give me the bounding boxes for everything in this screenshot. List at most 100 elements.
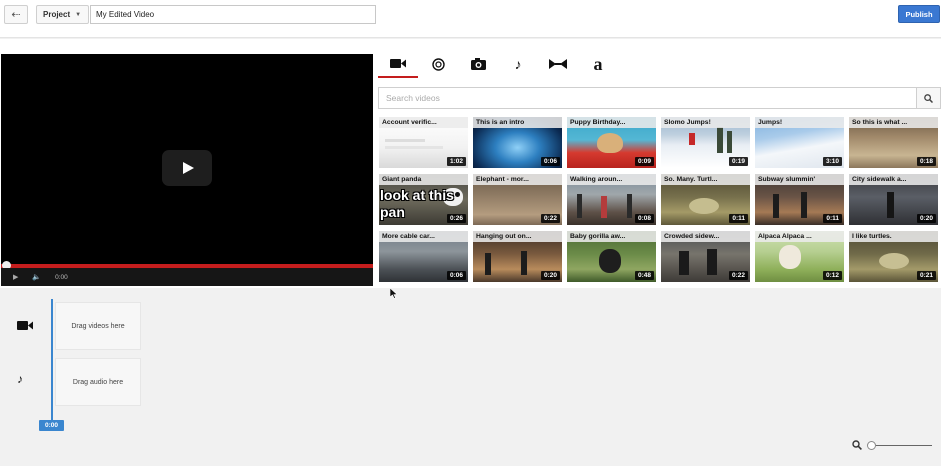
video-title: Baby gorilla aw... — [567, 231, 656, 242]
publish-button[interactable]: Publish — [898, 5, 940, 23]
video-thumbnail[interactable]: Elephant - mor... 0:22 — [473, 174, 562, 225]
video-search — [378, 87, 941, 109]
video-thumbnail[interactable]: This is an intro 0:06 — [473, 117, 562, 168]
video-camera-icon — [390, 58, 406, 68]
video-results-grid: Account verific... 1:02 This is an intro… — [379, 117, 939, 282]
project-title-input[interactable] — [90, 5, 376, 24]
search-input[interactable] — [378, 87, 917, 109]
timeline — [0, 288, 941, 466]
player-controls: ▶ 🔈 0:00 — [1, 268, 373, 286]
video-title: Slomo Jumps! — [661, 117, 750, 128]
tab-videos[interactable] — [378, 50, 418, 78]
back-arrow-icon: ⇠ — [11, 9, 21, 21]
video-thumbnail[interactable]: look at this pan Giant panda 0:26 — [379, 174, 468, 225]
video-thumbnail[interactable]: Walking aroun... 0:08 — [567, 174, 656, 225]
video-duration: 0:26 — [446, 214, 466, 223]
video-title: Jumps! — [755, 117, 844, 128]
video-thumbnail[interactable]: Baby gorilla aw... 0:48 — [567, 231, 656, 282]
video-title: Puppy Birthday... — [567, 117, 656, 128]
transition-icon — [549, 59, 567, 69]
tab-photos[interactable] — [458, 50, 498, 78]
video-thumbnail[interactable]: Jumps! 3:10 — [755, 117, 844, 168]
video-duration: 3:10 — [822, 157, 842, 166]
video-thumbnail[interactable]: So. Many. Turtl... 0:11 — [661, 174, 750, 225]
video-thumbnail[interactable]: Slomo Jumps! 0:19 — [661, 117, 750, 168]
video-title: Hanging out on... — [473, 231, 562, 242]
video-title: More cable car... — [379, 231, 468, 242]
video-thumbnail[interactable]: Hanging out on... 0:20 — [473, 231, 562, 282]
video-title: Walking aroun... — [567, 174, 656, 185]
search-button[interactable] — [916, 87, 941, 109]
audio-drop-zone[interactable]: Drag audio here — [55, 358, 141, 406]
video-preview-player[interactable]: ▶ 🔈 0:00 — [1, 54, 373, 286]
video-duration: 0:20 — [916, 214, 936, 223]
video-drop-zone[interactable]: Drag videos here — [55, 302, 141, 350]
mouse-cursor-icon — [390, 288, 398, 299]
photo-camera-icon — [470, 58, 486, 70]
video-duration: 1:02 — [446, 157, 466, 166]
video-title: I like turtles. — [849, 231, 938, 242]
video-duration: 0:06 — [540, 157, 560, 166]
video-title: So. Many. Turtl... — [661, 174, 750, 185]
video-duration: 0:20 — [540, 271, 560, 280]
tab-text[interactable]: a — [578, 50, 618, 78]
video-title: City sidewalk a... — [849, 174, 938, 185]
video-duration: 0:06 — [446, 271, 466, 280]
video-thumbnail[interactable]: I like turtles. 0:21 — [849, 231, 938, 282]
timeline-playhead[interactable] — [51, 299, 53, 422]
video-thumbnail[interactable]: Puppy Birthday... 0:09 — [567, 117, 656, 168]
music-note-icon: ♪ — [17, 372, 23, 386]
video-duration: 0:11 — [823, 214, 842, 223]
play-icon — [183, 162, 194, 174]
video-thumbnail[interactable]: Crowded sidew... 0:22 — [661, 231, 750, 282]
video-track-icon — [17, 320, 33, 334]
video-camera-icon — [17, 321, 33, 330]
playhead-time: 0:00 — [39, 420, 64, 431]
video-thumbnail[interactable]: Account verific... 1:02 — [379, 117, 468, 168]
current-time: 0:00 — [55, 273, 68, 281]
video-thumbnail[interactable]: Alpaca Alpaca ... 0:12 — [755, 231, 844, 282]
video-title: Account verific... — [379, 117, 468, 128]
video-title: Subway slummin' — [755, 174, 844, 185]
project-menu-button[interactable]: Project ▼ — [36, 5, 89, 24]
video-thumbnail[interactable]: So this is what ... 0:18 — [849, 117, 938, 168]
zoom-slider-handle[interactable] — [867, 441, 876, 450]
zoom-slider-track[interactable] — [876, 445, 932, 446]
video-duration: 0:09 — [634, 157, 654, 166]
tab-audio[interactable]: ♪ — [498, 50, 538, 78]
video-duration: 0:11 — [729, 214, 748, 223]
zoom-icon — [852, 440, 862, 450]
video-duration: 0:21 — [916, 271, 936, 280]
video-caption-overlay: look at this pan — [380, 187, 454, 220]
media-tabs: ♪ a — [378, 50, 648, 78]
video-title: This is an intro — [473, 117, 562, 128]
top-bar: ⇠ Project ▼ Publish — [0, 0, 941, 38]
text-icon: a — [593, 53, 603, 74]
video-duration: 0:18 — [916, 157, 936, 166]
video-duration: 0:19 — [728, 157, 748, 166]
back-button[interactable]: ⇠ — [4, 5, 28, 24]
video-thumbnail[interactable]: City sidewalk a... 0:20 — [849, 174, 938, 225]
search-icon — [924, 93, 933, 103]
tab-creative-commons[interactable] — [418, 50, 458, 78]
video-duration: 0:22 — [728, 271, 748, 280]
chevron-down-icon: ▼ — [75, 11, 82, 18]
video-duration: 0:12 — [822, 271, 842, 280]
tab-transitions[interactable] — [538, 50, 578, 78]
video-duration: 0:48 — [634, 271, 654, 280]
video-duration: 0:22 — [540, 214, 560, 223]
music-note-icon: ♪ — [514, 56, 522, 72]
video-title: Elephant - mor... — [473, 174, 562, 185]
video-duration: 0:08 — [634, 214, 654, 223]
play-button[interactable] — [162, 150, 212, 186]
play-small-icon[interactable]: ▶ — [13, 273, 18, 281]
video-title: Giant panda — [379, 174, 468, 185]
video-thumbnail[interactable]: More cable car... 0:06 — [379, 231, 468, 282]
video-title: Crowded sidew... — [661, 231, 750, 242]
project-label: Project — [43, 10, 71, 19]
video-title: Alpaca Alpaca ... — [755, 231, 844, 242]
video-thumbnail[interactable]: Subway slummin' 0:11 — [755, 174, 844, 225]
video-title: So this is what ... — [849, 117, 938, 128]
creative-commons-icon — [431, 57, 445, 71]
volume-icon[interactable]: 🔈 — [32, 273, 41, 281]
